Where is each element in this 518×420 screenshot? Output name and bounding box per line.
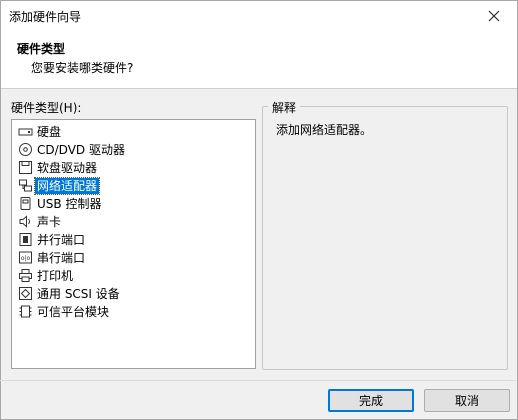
parallel-port-icon (19, 233, 32, 246)
list-item-label: 通用 SCSI 设备 (37, 286, 120, 301)
hard-disk-icon (18, 128, 33, 136)
finish-button[interactable]: 完成 (328, 389, 414, 412)
network-adapter-icon (19, 179, 32, 192)
hardware-type-list[interactable]: 硬盘 CD/DVD 驱动器 软盘驱动器 网络适配器 USB 控制器 声卡 并行端… (11, 119, 256, 369)
usb-icon (20, 197, 31, 210)
speaker-icon (19, 215, 30, 228)
cd-dvd-icon (19, 143, 32, 156)
list-item-serial-port[interactable]: o|o 串行端口 (18, 249, 87, 266)
list-item-cd-dvd[interactable]: CD/DVD 驱动器 (18, 141, 127, 158)
explanation-groupbox (262, 106, 508, 370)
scsi-icon (19, 287, 32, 300)
list-item-label: 软盘驱动器 (37, 160, 98, 175)
list-item-hard-disk[interactable]: 硬盘 (18, 123, 63, 140)
list-item-label: 可信平台模块 (37, 304, 110, 319)
list-item-network-adapter[interactable]: 网络适配器 (18, 176, 101, 195)
hardware-type-label: 硬件类型(H): (11, 101, 82, 115)
list-item-label: 打印机 (37, 268, 74, 283)
list-item-floppy[interactable]: 软盘驱动器 (18, 159, 99, 176)
window-title: 添加硬件向导 (9, 10, 82, 24)
list-item-label: CD/DVD 驱动器 (37, 142, 125, 157)
close-icon (488, 10, 500, 22)
close-button[interactable] (471, 1, 517, 31)
printer-icon (19, 269, 32, 282)
header-title: 硬件类型 (17, 42, 66, 56)
list-item-usb-controller[interactable]: USB 控制器 (18, 195, 103, 212)
serial-port-icon: o|o (19, 251, 32, 264)
list-item-label: 硬盘 (37, 124, 62, 139)
list-item-printer[interactable]: 打印机 (18, 267, 75, 284)
cancel-button[interactable]: 取消 (424, 389, 510, 412)
tpm-icon (19, 305, 32, 318)
list-item-tpm[interactable]: 可信平台模块 (18, 303, 111, 320)
explanation-legend: 解释 (268, 99, 301, 116)
list-item-scsi-device[interactable]: 通用 SCSI 设备 (18, 285, 122, 302)
footer-divider (0, 380, 516, 381)
list-item-label: 网络适配器 (33, 176, 101, 195)
explanation-text: 添加网络适配器。 (276, 123, 373, 137)
list-item-label: 并行端口 (37, 232, 86, 247)
list-item-label: 声卡 (37, 214, 62, 229)
header-subtitle: 您要安装哪类硬件? (31, 61, 134, 75)
list-item-label: USB 控制器 (37, 196, 102, 211)
list-item-parallel-port[interactable]: 并行端口 (18, 231, 87, 248)
list-item-label: 串行端口 (37, 250, 86, 265)
floppy-icon (19, 161, 32, 174)
svg-text:o|o: o|o (21, 255, 31, 262)
title-bar: 添加硬件向导 (1, 1, 517, 31)
list-item-sound-card[interactable]: 声卡 (18, 213, 63, 230)
wizard-header: 硬件类型 您要安装哪类硬件? (1, 31, 517, 89)
